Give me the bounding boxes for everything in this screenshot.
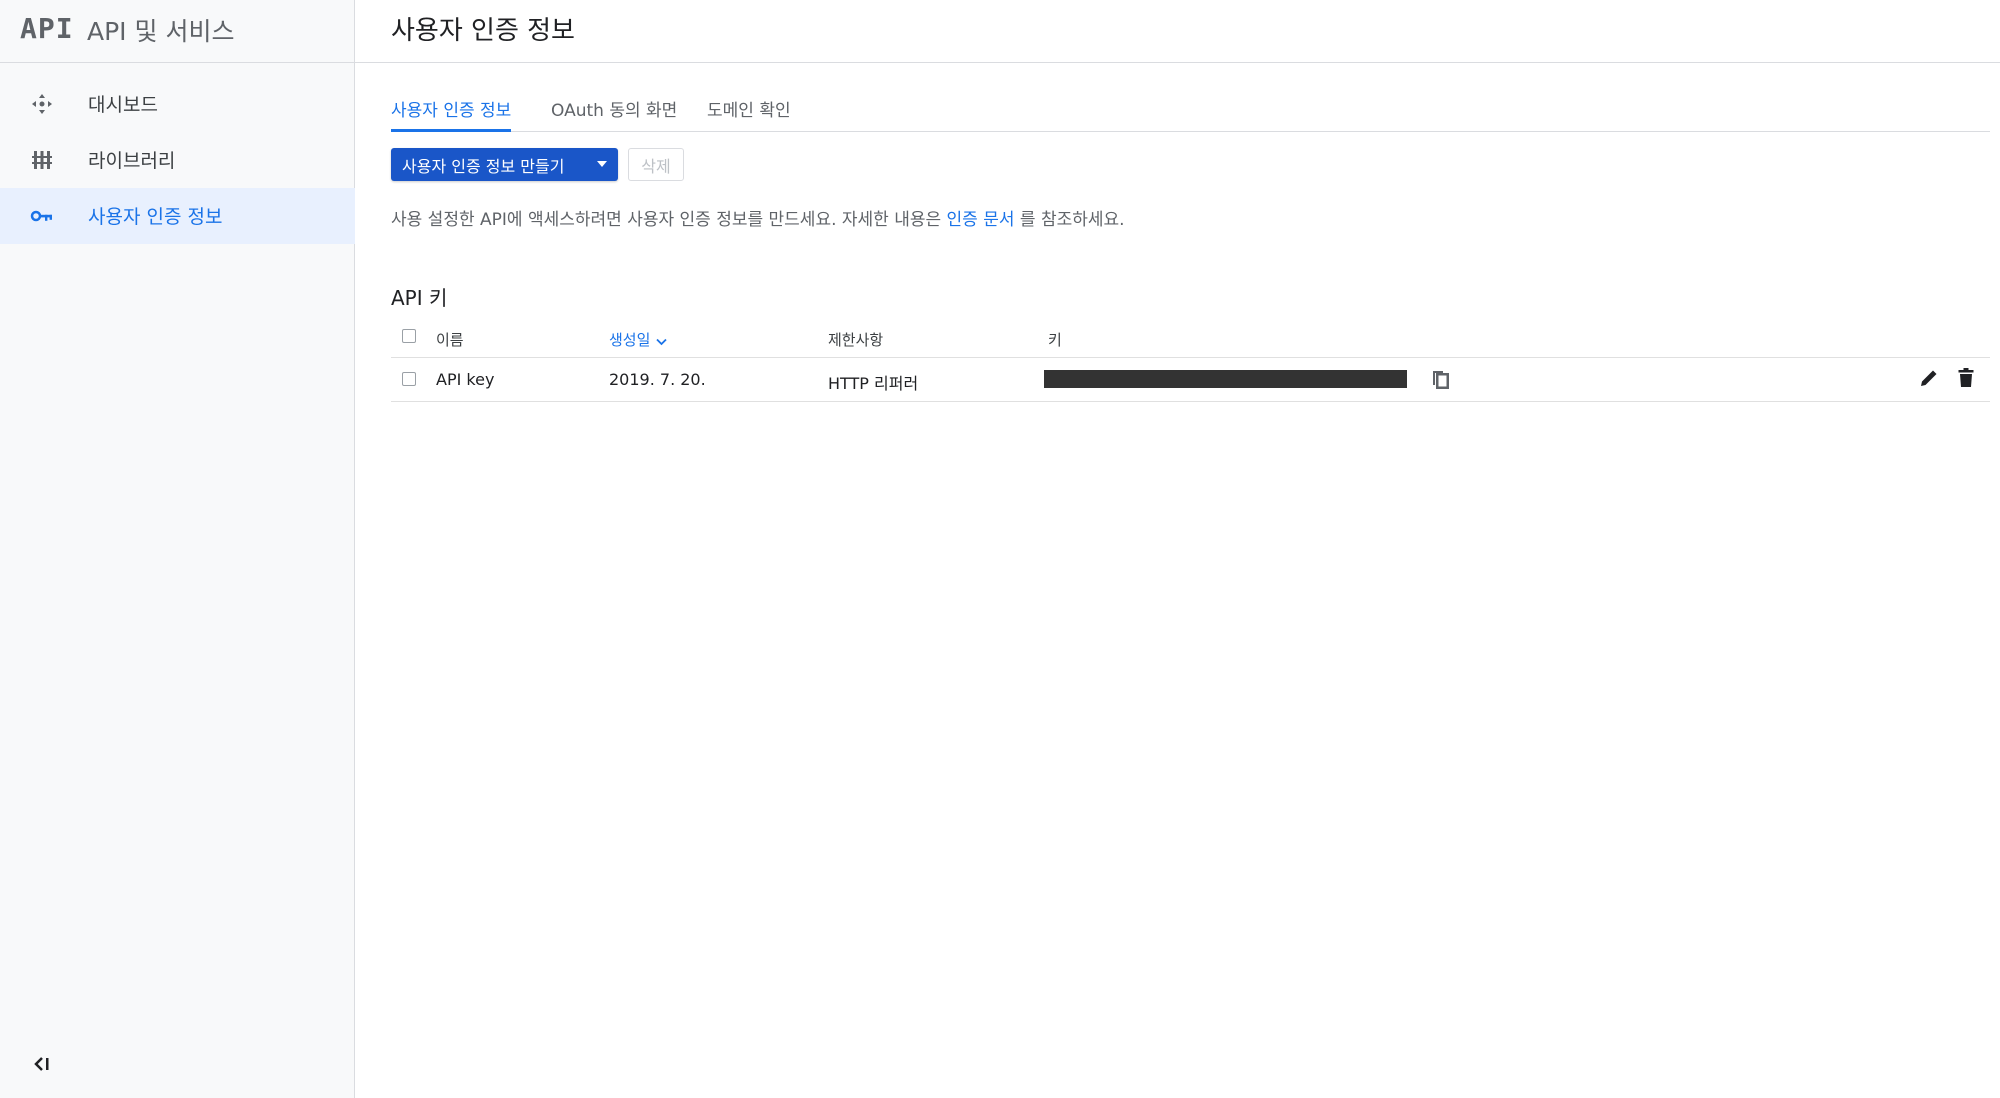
column-header-name: 이름 [436, 331, 464, 349]
library-icon [30, 148, 54, 172]
sidebar-item-dashboard[interactable]: 대시보드 [0, 76, 355, 132]
tab-bar: 사용자 인증 정보 OAuth 동의 화면 도메인 확인 [391, 86, 1990, 132]
page-title: 사용자 인증 정보 [391, 16, 575, 46]
sidebar-nav: 대시보드 라이브러리 사용자 인증 정보 [0, 76, 355, 244]
row-select-checkbox[interactable] [402, 372, 416, 386]
table-row: API key 2019. 7. 20. HTTP 리퍼러 [391, 358, 1990, 402]
collapse-sidebar-icon [33, 1056, 51, 1076]
api-keys-title: API 키 [391, 286, 448, 310]
sidebar-item-credentials[interactable]: 사용자 인증 정보 [0, 188, 355, 244]
column-header-created: 생성일 [609, 331, 651, 349]
select-all-checkbox[interactable] [402, 329, 416, 343]
api-logo[interactable]: API [20, 12, 74, 45]
sidebar-item-label: 대시보드 [88, 94, 158, 116]
copy-key-button[interactable] [1427, 367, 1453, 393]
delete-button[interactable]: 삭제 [628, 148, 684, 181]
copy-icon [1430, 367, 1450, 393]
top-bar: 사용자 인증 정보 [355, 0, 2000, 63]
tab-credentials[interactable]: 사용자 인증 정보 [391, 96, 512, 132]
create-credentials-label: 사용자 인증 정보 만들기 [402, 156, 565, 176]
edit-key-button[interactable] [1917, 368, 1941, 392]
table-header-row: 이름 생성일 제한사항 키 [391, 320, 1990, 358]
column-header-created-sort[interactable]: 생성일 [609, 329, 668, 350]
masked-api-key [1044, 370, 1407, 388]
api-keys-table: 이름 생성일 제한사항 키 API key 2019. 7. 20. HTTP … [391, 320, 1990, 402]
tab-domain-verification[interactable]: 도메인 확인 [707, 96, 791, 132]
trash-icon [1958, 368, 1974, 392]
dashboard-icon [30, 92, 54, 116]
description-text-before: 사용 설정한 API에 액세스하려면 사용자 인증 정보를 만드세요. 자세한 … [391, 210, 947, 230]
auth-docs-link[interactable]: 인증 문서 [947, 210, 1015, 230]
create-credentials-button[interactable]: 사용자 인증 정보 만들기 [391, 148, 618, 181]
sidebar-item-label: 라이브러리 [88, 150, 176, 172]
dropdown-caret-icon [597, 161, 607, 167]
product-name[interactable]: API 및 서비스 [87, 12, 234, 48]
sidebar-item-label: 사용자 인증 정보 [88, 206, 223, 228]
collapse-sidebar-button[interactable] [28, 1052, 56, 1080]
api-key-created-date: 2019. 7. 20. [609, 370, 706, 389]
sidebar-item-library[interactable]: 라이브러리 [0, 132, 355, 188]
column-header-key: 키 [1048, 331, 1062, 349]
delete-key-button[interactable] [1954, 368, 1978, 392]
description-text-after: 를 참조하세요. [1014, 210, 1125, 230]
key-icon [30, 204, 54, 228]
sidebar: API API 및 서비스 대시보드 라이브러리 사용자 인증 정보 [0, 0, 355, 1098]
chevron-down-icon [656, 332, 668, 350]
api-key-restrictions: HTTP 리퍼러 [828, 374, 919, 393]
sidebar-header: API API 및 서비스 [0, 0, 355, 63]
pencil-icon [1919, 368, 1939, 392]
api-key-name-link[interactable]: API key [436, 370, 494, 389]
column-header-restrictions: 제한사항 [828, 331, 884, 349]
credentials-description: 사용 설정한 API에 액세스하려면 사용자 인증 정보를 만드세요. 자세한 … [391, 205, 1125, 230]
tab-oauth-consent[interactable]: OAuth 동의 화면 [551, 96, 677, 132]
